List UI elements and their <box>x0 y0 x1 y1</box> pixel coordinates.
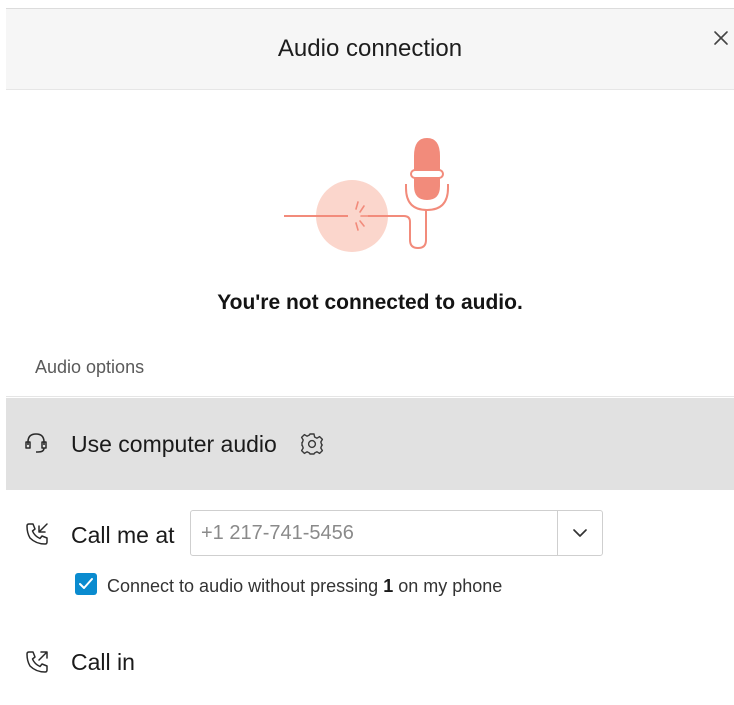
divider <box>6 396 734 397</box>
connect-without-pressing-label: Connect to audio without pressing 1 on m… <box>107 576 502 597</box>
checkbox-label-key: 1 <box>383 576 394 596</box>
call-in-option[interactable]: Call in <box>71 649 135 676</box>
checkbox-label-prefix: Connect to audio without pressing <box>107 576 379 596</box>
checkmark-icon <box>79 578 93 589</box>
use-computer-audio-option[interactable]: Use computer audio <box>6 398 734 490</box>
phone-callback-icon <box>24 521 50 547</box>
close-icon <box>714 31 728 45</box>
gear-icon <box>300 433 324 455</box>
audio-connection-dialog: Audio connection You're not connected to… <box>6 8 734 705</box>
phone-number-dropdown-button[interactable] <box>557 511 603 555</box>
microphone-disconnected-icon <box>284 138 449 252</box>
microphone-illustration <box>284 126 464 256</box>
phone-number-combobox <box>190 510 603 556</box>
connect-without-pressing-checkbox[interactable] <box>75 573 97 595</box>
use-computer-audio-label: Use computer audio <box>71 431 277 457</box>
audio-options-label: Audio options <box>35 357 145 377</box>
phone-number-input[interactable] <box>191 511 557 555</box>
close-button[interactable] <box>710 27 732 49</box>
connection-status-message: You're not connected to audio. <box>217 291 523 314</box>
dialog-header: Audio connection <box>6 8 734 90</box>
checkbox-label-suffix: on my phone <box>398 576 503 596</box>
chevron-down-icon <box>573 529 587 537</box>
call-me-at-label: Call me at <box>71 522 175 548</box>
headset-icon <box>23 430 49 456</box>
audio-settings-button[interactable] <box>300 432 324 456</box>
dialog-title: Audio connection <box>277 35 463 62</box>
phone-outgoing-icon <box>24 649 50 675</box>
